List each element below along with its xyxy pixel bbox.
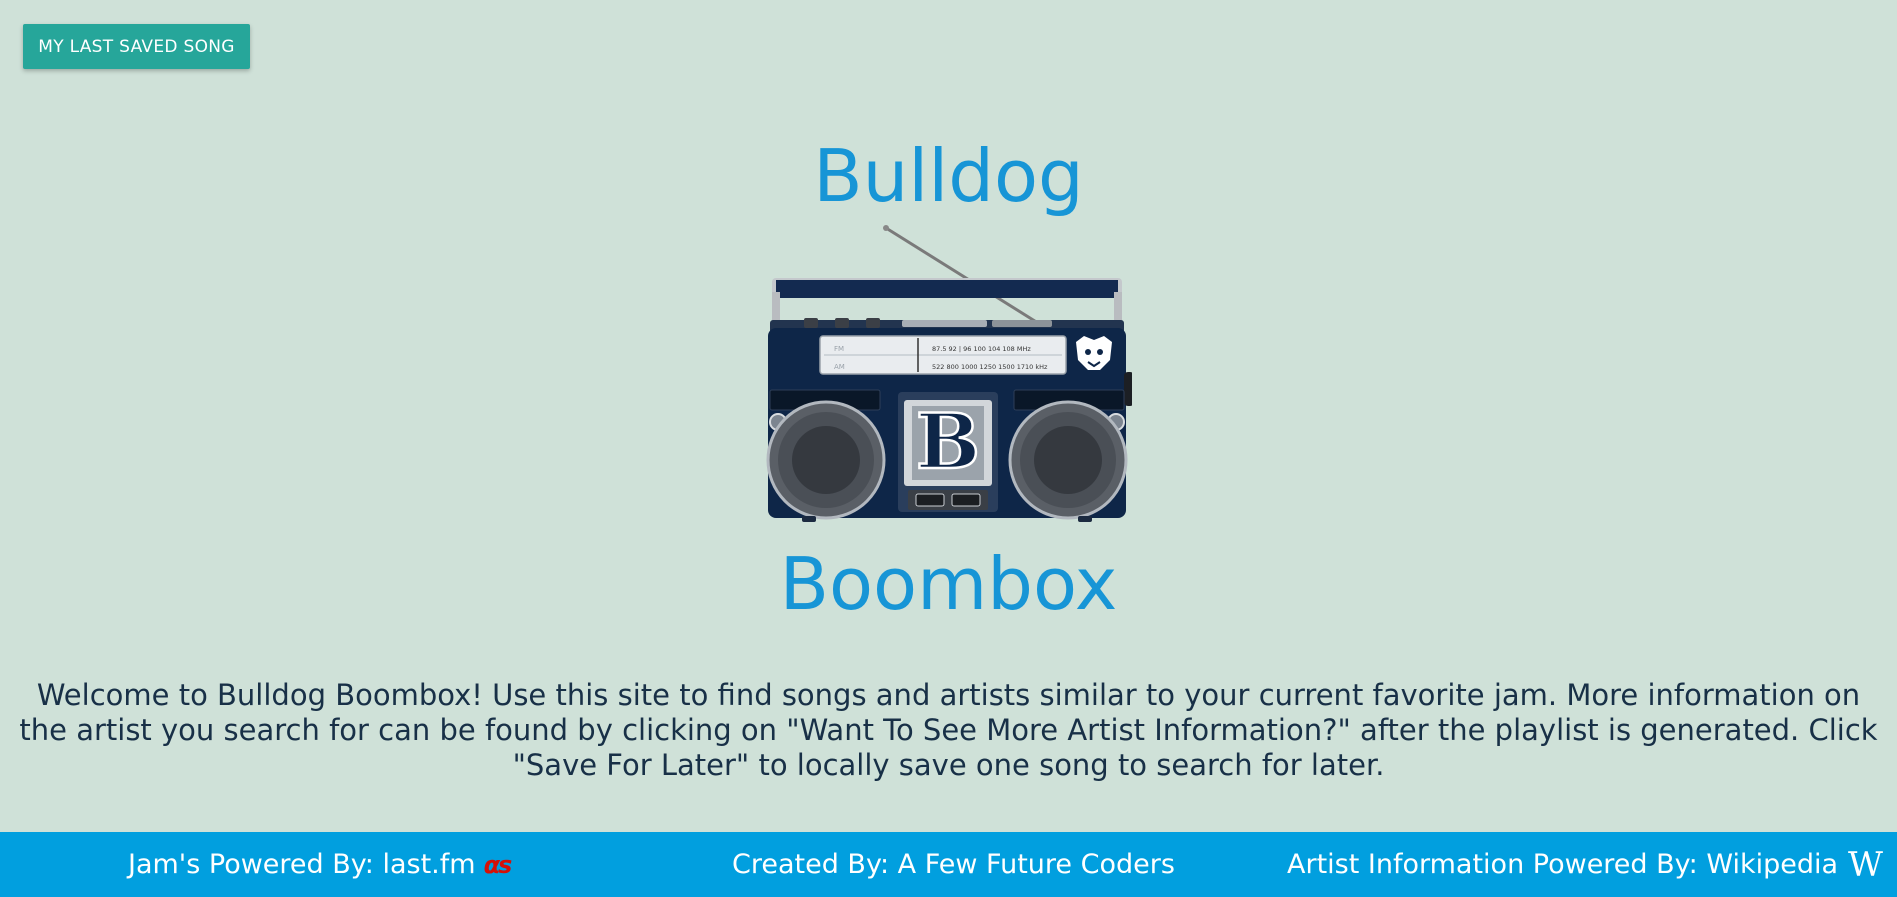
title-boombox: Boombox — [779, 542, 1118, 626]
footer: Jam's Powered By: last.fm αs Created By:… — [0, 832, 1897, 897]
footer-lastfm-credit: Jam's Powered By: last.fm αs — [128, 832, 513, 897]
wikipedia-logo-icon[interactable]: W — [1848, 845, 1883, 885]
footer-created-by: Created By: A Few Future Coders — [732, 832, 1175, 897]
lastfm-credit-text: Jam's Powered By: last.fm — [128, 849, 476, 880]
welcome-text: Welcome to Bulldog Boombox! Use this sit… — [19, 678, 1878, 782]
fm-label: FM — [834, 345, 844, 353]
my-last-saved-song-button[interactable]: MY LAST SAVED SONG — [23, 24, 250, 69]
boombox-image: FM AM 87.5 92 | 96 100 104 108 MHz 522 8… — [766, 225, 1132, 522]
created-by-text: Created By: A Few Future Coders — [732, 849, 1175, 880]
lastfm-logo-icon[interactable]: αs — [484, 851, 513, 879]
footer-wikipedia-credit: Artist Information Powered By: Wikipedia… — [1287, 832, 1883, 897]
title-bulldog: Bulldog — [813, 134, 1084, 218]
boombox-letter: B — [916, 397, 980, 486]
wikipedia-credit-text: Artist Information Powered By: Wikipedia — [1287, 849, 1839, 880]
fm-scale: 87.5 92 | 96 100 104 108 MHz — [932, 345, 1031, 353]
am-scale: 522 800 1000 1250 1500 1710 kHz — [932, 363, 1048, 371]
am-label: AM — [834, 363, 845, 371]
